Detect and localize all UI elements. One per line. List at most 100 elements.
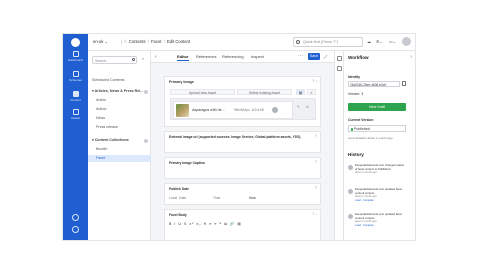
save-button[interactable]: Save [308,53,320,60]
rich-text-toolbar[interactable]: B I U S x² x₂ H ≡ ≡ ❝ ⧉ 🔗 ▤ [169,222,242,226]
remove-icon[interactable]: ✕ [306,105,309,109]
publish-date-label: Publish Date [169,187,189,191]
breadcrumb-contents[interactable]: Contents [129,39,146,44]
nav-dashboard[interactable]: Dashboard [63,51,88,62]
tree-row-label: Article [96,98,106,102]
field-controls-icon[interactable]: ? ↓ [312,79,317,83]
content-icon [72,91,79,97]
tree-row-author[interactable]: Author [88,106,151,113]
breadcrumb-edit-content: Edit Content [167,39,191,44]
history-item: liweepdarleshoods.com changed status of … [348,163,408,184]
new-draft-button[interactable]: New Draft [348,103,406,111]
messages-icon[interactable]: ▭⌄ [389,39,396,44]
locale-selector[interactable]: en-uk ⌄ [93,39,108,44]
field-controls-icon[interactable]: ? ↓ [312,212,317,216]
assets-icon [72,109,79,115]
version-label: Version: 3 [348,92,364,96]
tree-row-label: Content Collections [94,138,129,142]
copy-icon[interactable] [402,81,406,86]
quick-find-input[interactable]: Quick find (Press "/") [293,37,363,47]
close-panel-icon[interactable]: › [410,54,412,60]
asset-name: Asparagus with he... [192,108,225,112]
cloud-icon[interactable]: ☁ [367,39,371,44]
asset-item[interactable]: Asparagus with he... 960x634px, 119.6 kB [173,101,293,119]
schemas-icon [72,71,79,77]
avatar [348,214,353,219]
tab-editor[interactable]: Editor [177,54,189,61]
upload-asset-button[interactable]: Upload new Asset [170,89,235,95]
workflow-tab-icon[interactable] [337,56,342,61]
tree-row-news[interactable]: News [88,115,151,122]
asset-thumbnail [176,104,189,117]
time-input[interactable]: Time [213,196,220,200]
expand-icon[interactable]: ⤢ [324,54,327,59]
tree-row-label: Facet [96,156,105,160]
asset-list: Asparagus with he... 960x634px, 119.6 kB… [170,98,316,120]
settings-menu-icon[interactable]: ⚙⌄ [376,39,383,44]
app-logo-icon[interactable] [71,38,80,47]
search-icon [296,40,300,44]
count-badge [144,89,148,94]
nav-assets-label: Assets [70,116,80,120]
field-controls-icon[interactable]: ? [315,160,317,164]
content-editor: ‹ Editor References Referencing Inspect … [151,51,334,240]
select-asset-button[interactable]: Select existing Asset [237,89,292,95]
load-compare-link[interactable]: Load · Compare [355,224,407,228]
asset-user-avatar [272,107,278,113]
tree-row-scheduled[interactable]: Scheduled Contents [88,77,151,84]
now-button[interactable]: Now [249,196,256,200]
identity-field[interactable]: f3a0316-20ee-4606-b0c0 [348,81,400,87]
tree-row-facet[interactable]: Facet [88,155,151,162]
breadcrumb: | < Contents / Facet / Edit Content [121,39,191,44]
breadcrumb-facet[interactable]: Facet [151,39,161,44]
edit-icon[interactable]: ✎ [297,105,300,109]
primary-image-field: Primary Image ? ↓ Upload new Asset Selec… [164,76,321,127]
nav-content[interactable]: Content [63,91,88,102]
list-view-icon[interactable]: ≡ [307,89,316,95]
nav-assets[interactable]: Assets [63,109,88,120]
external-image-field: External image url (supported sources: I… [164,131,321,153]
tree-row-press-release[interactable]: Press release [88,124,151,131]
close-icon[interactable]: ‹ [155,54,157,60]
date-input[interactable]: Date [179,196,186,200]
editor-header: ‹ Editor References Referencing Inspect … [151,51,334,63]
history-item: liweepdarleshoods.com updated facet cont… [348,187,408,208]
dashboard-icon [72,51,79,57]
local-toggle[interactable]: Local [169,196,177,200]
settings-icon[interactable] [72,214,79,221]
nav-schemas[interactable]: Schemas [63,71,88,82]
tree-row-label: Scheduled Contents [92,78,125,82]
caption-label: Primary Image Caption [169,161,205,165]
nav-content-label: Content [70,98,81,102]
tab-references[interactable]: References [196,54,216,59]
facet-body-field: Facet Body ? ↓ B I U S x² x₂ H ≡ ≡ ❝ ⧉ 🔗… [164,209,321,240]
caption-field: Primary Image Caption ? [164,157,321,179]
help-icon[interactable] [72,226,79,233]
status-text: Published [354,127,370,131]
workflow-title: Workflow [348,55,369,60]
workflow-body: Workflow › Identity f3a0316-20ee-4606-b0… [345,51,415,240]
field-controls-icon[interactable]: ? [315,186,317,190]
collapse-tree-icon[interactable]: « [142,56,144,61]
tree-row-article[interactable]: Article [88,97,151,104]
grid-view-icon[interactable]: ▦ [296,89,305,95]
tree-search-input[interactable]: Search [92,56,137,64]
field-controls-icon[interactable]: ? [315,134,317,138]
tab-referencing[interactable]: Referencing [222,54,244,59]
count-badge [144,138,148,143]
nav-schemas-label: Schemas [69,78,82,82]
comments-tab-icon[interactable] [337,66,342,71]
asset-meta: 960x634px, 119.6 kB [234,108,264,112]
more-options-icon[interactable]: ··· [298,53,303,59]
avatar[interactable] [402,37,411,46]
quick-find-placeholder: Quick find (Press "/") [303,40,338,44]
tree-section-articles[interactable]: ▾ Articles, News & Press Rel... [88,88,151,95]
tree-section-collections[interactable]: ▾ Content Collections [88,137,151,144]
avatar [348,189,353,194]
tab-inspect[interactable]: Inspect [251,54,264,59]
load-compare-link[interactable]: Load · Compare [355,199,407,203]
status-badge: Published [348,125,406,132]
workflow-panel: Workflow › Identity f3a0316-20ee-4606-b0… [334,51,415,240]
tree-row-bundle[interactable]: Bundle [88,146,151,153]
status-dot-icon [350,128,353,131]
